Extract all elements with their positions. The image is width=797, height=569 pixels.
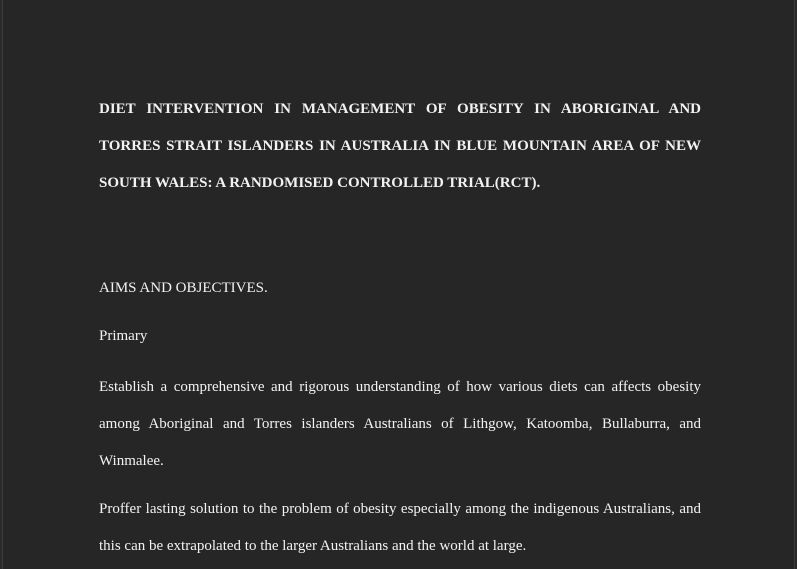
- document-body: DIET INTERVENTION IN MANAGEMENT OF OBESI…: [99, 91, 701, 565]
- document-page: DIET INTERVENTION IN MANAGEMENT OF OBESI…: [2, 0, 795, 569]
- subheading: Primary: [99, 328, 148, 344]
- document-title: DIET INTERVENTION IN MANAGEMENT OF OBESI…: [99, 101, 701, 191]
- section-heading: AIMS AND OBJECTIVES.: [99, 280, 268, 296]
- paragraph: Establish a comprehensive and rigorous u…: [99, 379, 701, 469]
- paragraph: Proffer lasting solution to the problem …: [99, 501, 701, 554]
